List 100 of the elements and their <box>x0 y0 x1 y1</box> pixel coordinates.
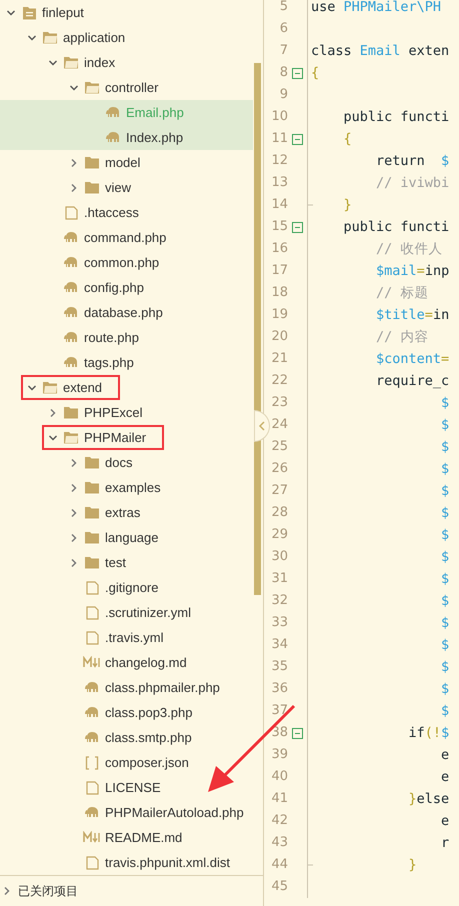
code-line: require_c <box>375 372 450 391</box>
code-line: } <box>342 196 352 215</box>
chevron-right-icon[interactable] <box>69 158 79 168</box>
chevron-down-icon[interactable] <box>48 58 58 68</box>
tree-row[interactable]: README.md <box>0 825 253 850</box>
fold-toggle-icon[interactable] <box>292 222 303 232</box>
markdown-icon <box>83 831 101 844</box>
tree-row[interactable]: .gitignore <box>0 575 253 600</box>
elephant-icon <box>63 306 79 319</box>
tree-item-label: application <box>63 28 126 47</box>
elephant-icon <box>63 231 79 244</box>
tree-row[interactable]: changelog.md <box>0 650 253 675</box>
code-line: use PHPMailer\PH <box>311 0 442 17</box>
code-line: public functi <box>342 218 450 237</box>
tree-row[interactable]: tags.php <box>0 350 253 375</box>
folder-icon <box>84 481 100 494</box>
code-line: // 收件人 <box>375 240 442 259</box>
tree-row[interactable]: docs <box>0 450 253 475</box>
code-line: { <box>311 64 320 83</box>
line-number: 25 <box>270 438 288 456</box>
tree-row[interactable]: command.php <box>0 225 253 250</box>
tree-item-label: docs <box>105 454 132 472</box>
line-number: 38 <box>270 724 288 742</box>
tree-row[interactable]: PHPMailer <box>0 425 253 450</box>
tree-item-label: language <box>105 528 158 547</box>
tree-row[interactable]: config.php <box>0 275 253 300</box>
fold-toggle-icon[interactable] <box>292 134 303 144</box>
chevron-left-icon <box>258 421 266 431</box>
chevron-right-icon[interactable] <box>69 558 79 568</box>
chevron-right-icon[interactable] <box>48 408 58 418</box>
closed-projects-label: 已关闭项目 <box>18 883 78 900</box>
tree-item-label: model <box>105 154 140 172</box>
tree-row[interactable]: PHPExcel <box>0 400 253 425</box>
fold-toggle-icon[interactable] <box>292 728 303 738</box>
code-line: }else <box>408 790 450 809</box>
tree-item-label: examples <box>105 478 161 497</box>
elephant-icon <box>84 681 100 694</box>
line-number: 15 <box>270 218 288 236</box>
file-icon <box>86 630 98 644</box>
line-number: 9 <box>278 86 288 104</box>
tree-row[interactable]: examples <box>0 475 253 500</box>
code-line: } <box>408 856 417 875</box>
file-icon <box>86 606 98 620</box>
tree-row[interactable]: class.smtp.php <box>0 725 253 750</box>
chevron-right-icon[interactable] <box>2 886 12 896</box>
tree-row[interactable]: class.pop3.php <box>0 700 253 725</box>
tree-row[interactable]: index <box>0 50 253 75</box>
tree-row[interactable]: model <box>0 150 253 175</box>
tree-row[interactable]: finleput <box>0 0 253 25</box>
tree-row[interactable]: application <box>0 25 253 50</box>
line-number: 13 <box>270 174 288 192</box>
tree-row[interactable]: language <box>0 525 253 550</box>
open-folder-icon <box>42 31 58 44</box>
elephant-icon <box>84 806 100 819</box>
fold-toggle-icon[interactable] <box>292 68 303 78</box>
tree-row[interactable]: .scrutinizer.yml <box>0 600 253 625</box>
elephant-icon <box>105 131 121 144</box>
chevron-right-icon[interactable] <box>69 182 79 192</box>
tree-row[interactable]: travis.phpunit.xml.dist <box>0 850 253 875</box>
tree-row[interactable]: Index.php <box>0 125 253 150</box>
line-number: 45 <box>270 878 288 896</box>
tree-row[interactable]: class.phpmailer.php <box>0 675 253 700</box>
tree-item-label: config.php <box>84 278 144 297</box>
code-line: $ <box>440 482 450 501</box>
tree-row[interactable]: PHPMailerAutoload.php <box>0 800 253 825</box>
chevron-down-icon[interactable] <box>69 82 79 92</box>
chevron-right-icon[interactable] <box>69 482 79 492</box>
tree-row[interactable]: composer.json <box>0 750 253 775</box>
chevron-right-icon[interactable] <box>69 532 79 542</box>
tree-row[interactable]: database.php <box>0 300 253 325</box>
tree-item-label: composer.json <box>105 754 189 772</box>
folder-icon <box>84 531 100 544</box>
line-number: 32 <box>270 592 288 610</box>
tree-item-label: tags.php <box>84 354 134 372</box>
markdown-icon <box>83 656 101 669</box>
tree-row[interactable]: .htaccess <box>0 200 253 225</box>
line-number: 20 <box>270 328 288 346</box>
tree-row[interactable]: route.php <box>0 325 253 350</box>
tree-row[interactable]: .travis.yml <box>0 625 253 650</box>
tree-item-label: LICENSE <box>105 778 161 797</box>
code-line: $ <box>440 702 450 721</box>
tree-row[interactable]: controller <box>0 75 253 100</box>
tree-row[interactable]: LICENSE <box>0 775 253 800</box>
tree-row[interactable]: test <box>0 550 253 575</box>
tree-row[interactable]: extend <box>0 375 253 400</box>
chevron-down-icon[interactable] <box>27 382 37 392</box>
chevron-right-icon[interactable] <box>69 508 79 518</box>
tree-row[interactable]: extras <box>0 500 253 525</box>
folder-icon <box>84 156 100 169</box>
tree-row[interactable]: common.php <box>0 250 253 275</box>
chevron-down-icon[interactable] <box>48 432 58 442</box>
tree-row[interactable]: view <box>0 175 253 200</box>
scrollbar-thumb[interactable] <box>254 63 261 595</box>
chevron-down-icon[interactable] <box>27 32 37 42</box>
line-number: 7 <box>278 42 288 60</box>
closed-projects-row[interactable]: 已关闭项目 <box>0 875 263 906</box>
chevron-down-icon[interactable] <box>6 8 16 18</box>
line-number: 35 <box>270 658 288 676</box>
code-line: { <box>342 130 352 149</box>
chevron-right-icon[interactable] <box>69 458 79 468</box>
